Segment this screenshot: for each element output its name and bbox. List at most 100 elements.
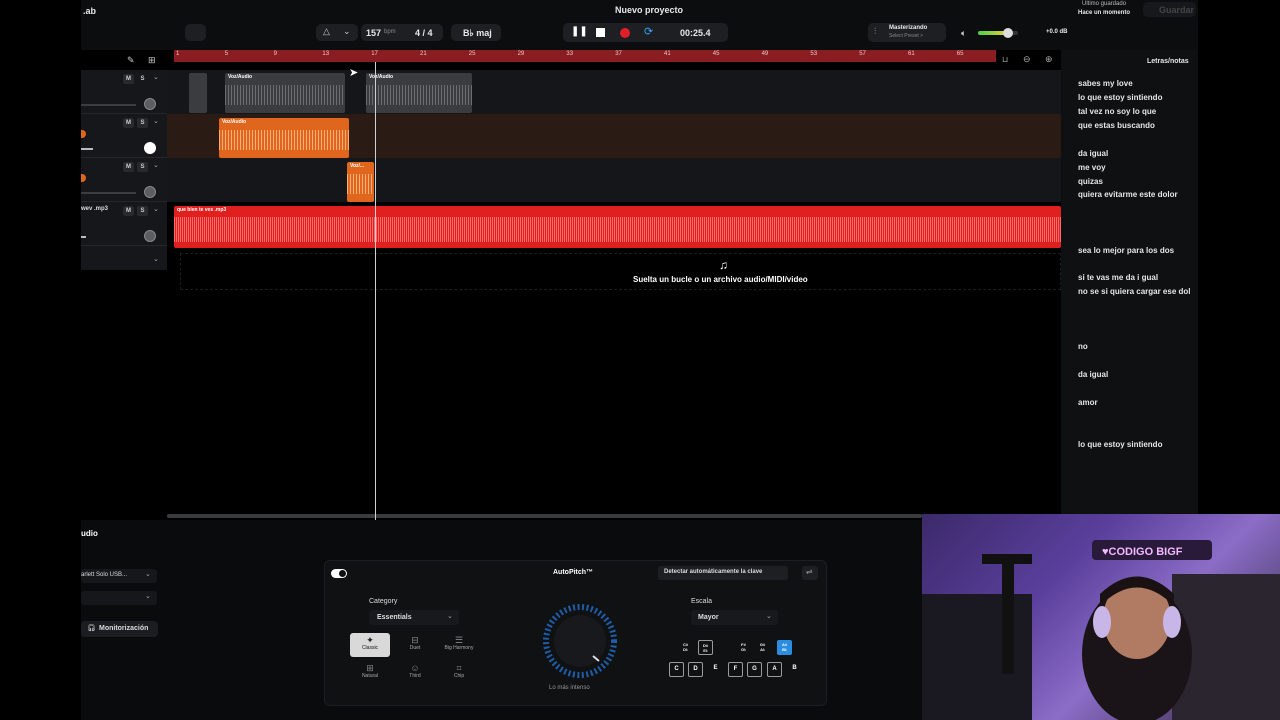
tempo-meter-display[interactable]: 157 bpm 4 / 4 [361,24,443,41]
pan-knob[interactable] [144,186,156,198]
master-volume-slider[interactable] [978,28,1018,38]
lyric-line[interactable]: da igual [1078,149,1108,158]
pause-icon[interactable]: ❚❚ [571,26,588,37]
lyric-line[interactable]: me voy [1078,163,1106,172]
audio-clip[interactable]: Voz/Audio [366,73,472,113]
solo-button[interactable]: S [137,206,148,216]
record-icon[interactable] [620,28,630,38]
track-volume-fader[interactable] [81,148,93,150]
track-volume-fader[interactable] [81,236,86,238]
intensity-knob[interactable] [535,603,625,693]
key-g[interactable]: G [747,662,762,677]
record-arm-indicator[interactable] [81,174,86,182]
category-third-button[interactable]: ☺ Third [395,661,435,685]
metronome-button[interactable]: △ ⌄ [316,24,358,41]
track-name[interactable]: wev .mp3 [81,206,108,212]
time-signature[interactable]: 4 / 4 [415,28,433,38]
add-track-chevron-icon[interactable]: ⌄ [153,255,159,263]
chevron-down-icon[interactable]: ⌄ [153,205,159,213]
key-d-sharp[interactable]: D# E♭ [698,640,713,655]
key-b[interactable]: B [787,662,802,677]
key-c[interactable]: C [669,662,684,677]
timeline-ruler[interactable]: 1 5 9 13 17 21 25 29 33 37 41 45 49 53 57 61 65 [174,50,996,62]
track-options-icon[interactable]: ⊞ [148,55,156,66]
audio-clip[interactable]: Voz/Audio [225,73,345,113]
volume-thumb[interactable] [1003,28,1013,38]
key-a-sharp[interactable]: A# B♭ [777,640,792,655]
zoom-in-icon[interactable]: ⊕ [1045,54,1053,65]
lyrics-panel[interactable]: Letras/notas sabes my love lo que estoy … [1061,50,1198,520]
pan-knob[interactable] [144,142,156,154]
detect-key-button[interactable]: Detectar automáticamente la clave [658,566,788,580]
lyric-line[interactable]: si te vas me da i gual [1078,273,1158,282]
autopitch-toggle[interactable] [331,569,347,578]
mute-button[interactable]: M [123,162,134,172]
lyric-line[interactable]: sabes my love [1078,79,1133,88]
category-select[interactable]: Essentials ⌄ [369,610,459,625]
category-duet-button[interactable]: ⊟ Duet [395,633,435,657]
track-volume-fader[interactable] [81,104,136,106]
project-title[interactable]: Nuevo proyecto [615,5,683,15]
pencil-icon[interactable]: ✎ [127,55,135,66]
category-chip-button[interactable]: ⌗ Chip [439,661,479,685]
lyric-line[interactable]: lo que estoy sintiendo [1078,93,1162,102]
solo-button[interactable]: S [137,162,148,172]
category-big-harmony-button[interactable]: ☰ Big Harmony [439,633,479,657]
key-e[interactable]: E [708,662,723,677]
lyric-line[interactable]: no [1078,342,1088,351]
loop-icon[interactable]: ⟳ [644,25,653,38]
lyric-line[interactable]: da igual [1078,370,1108,379]
panel-toggle-button[interactable] [185,24,206,41]
lyric-line[interactable]: quizas [1078,177,1103,186]
mute-button[interactable]: M [123,118,134,128]
snap-icon[interactable]: ⊔ [1002,55,1008,64]
horizontal-scrollbar[interactable] [167,514,922,518]
track-volume-fader[interactable] [81,192,136,194]
lyric-line[interactable]: no se si quiera cargar ese dol [1078,287,1191,296]
key-f-sharp[interactable]: F# G♭ [736,640,751,655]
pan-knob[interactable] [144,98,156,110]
track-lane[interactable]: Voz/Audio Voz/Audio [167,70,1061,114]
stop-icon[interactable] [596,28,605,37]
chevron-down-icon[interactable]: ⌄ [153,161,159,169]
audio-clip[interactable] [189,73,207,113]
mute-button[interactable]: M [123,74,134,84]
track-lane[interactable]: Voz/Audio [167,114,1061,158]
audio-clip[interactable]: Voz/Audio [219,118,349,158]
track-header[interactable]: wev .mp3 M S ⌄ [81,202,167,246]
autopitch-settings-button[interactable]: ⇌ [802,566,818,580]
playhead[interactable] [375,62,376,520]
record-arm-indicator[interactable] [81,130,86,138]
track-lane[interactable]: Voz/... [167,158,1061,202]
lyric-line[interactable]: quiera evitarme este dolor [1078,190,1178,199]
input-channel-select[interactable]: ⌄ [81,591,157,605]
drop-zone[interactable]: ♫ Suelta un bucle o un archivo audio/MID… [180,253,1061,290]
mastering-button[interactable]: ⫶ Masterizando Select Preset > [868,23,946,42]
audio-clip[interactable]: Voz/... [347,162,374,202]
key-g-sharp[interactable]: G# A♭ [755,640,770,655]
pan-knob[interactable] [144,230,156,242]
solo-button[interactable]: S [137,74,148,84]
lyric-line[interactable]: lo que estoy sintiendo [1078,440,1162,449]
category-classic-button[interactable]: ✦ Classic [350,633,390,657]
key-d[interactable]: D [688,662,703,677]
track-header[interactable]: M S ⌄ [81,70,167,114]
mute-button[interactable]: M [123,206,134,216]
lyric-line[interactable]: tal vez no soy lo que [1078,107,1156,116]
zoom-out-icon[interactable]: ⊖ [1023,54,1031,65]
speaker-icon[interactable]: 🔈︎ [961,28,966,39]
lyric-line[interactable]: sea lo mejor para los dos [1078,246,1174,255]
input-device-select[interactable]: arlett Solo USB... ⌄ [81,569,157,583]
chevron-down-icon[interactable]: ⌄ [153,73,159,81]
track-header[interactable]: M S ⌄ [81,158,167,202]
audio-clip[interactable]: que bien te ves .mp3 [174,206,1061,248]
track-header[interactable]: M S ⌄ [81,114,167,158]
key-a[interactable]: A [767,662,782,677]
save-button[interactable]: Guardar [1143,2,1196,17]
category-natural-button[interactable]: ⊞ Natural [350,661,390,685]
key-f[interactable]: F [728,662,743,677]
key-c-sharp[interactable]: C# D♭ [678,640,693,655]
solo-button[interactable]: S [137,118,148,128]
monitor-button[interactable]: 🎧︎ Monitorización [81,621,158,637]
lyric-line[interactable]: que estas buscando [1078,121,1155,130]
